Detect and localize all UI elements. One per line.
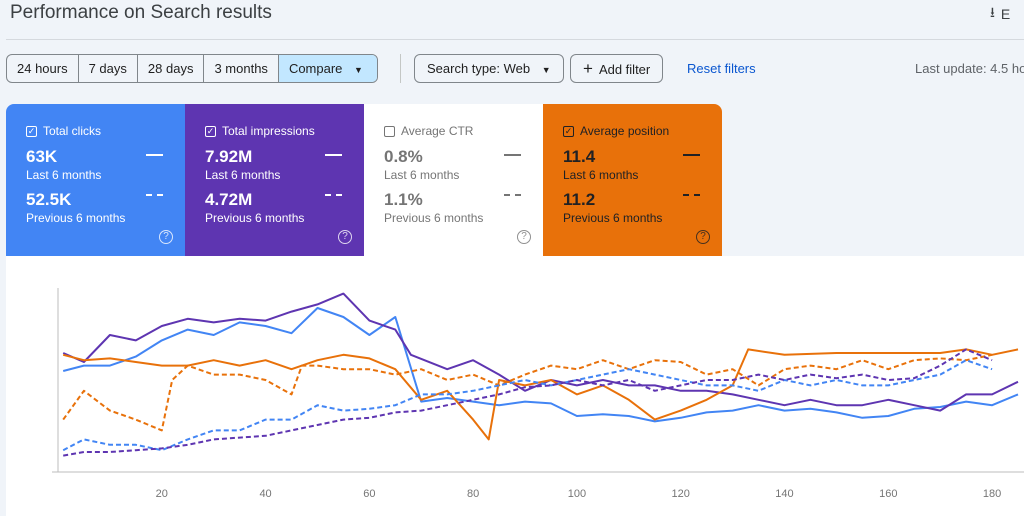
performance-chart: 20 40 60 80 100 120 140 160 180 — [52, 288, 1024, 500]
x-tick-label: 80 — [467, 488, 479, 500]
series-line-position-current — [62, 348, 1019, 441]
x-tick-label: 40 — [259, 488, 271, 500]
series-line-position-previous — [62, 353, 993, 432]
x-tick-label: 160 — [879, 488, 897, 500]
x-tick-label: 140 — [775, 488, 793, 500]
x-tick-label: 60 — [363, 488, 375, 500]
x-tick-label: 180 — [983, 488, 1001, 500]
x-tick-label: 20 — [156, 488, 168, 500]
x-tick-label: 100 — [568, 488, 586, 500]
x-tick-label: 120 — [672, 488, 690, 500]
